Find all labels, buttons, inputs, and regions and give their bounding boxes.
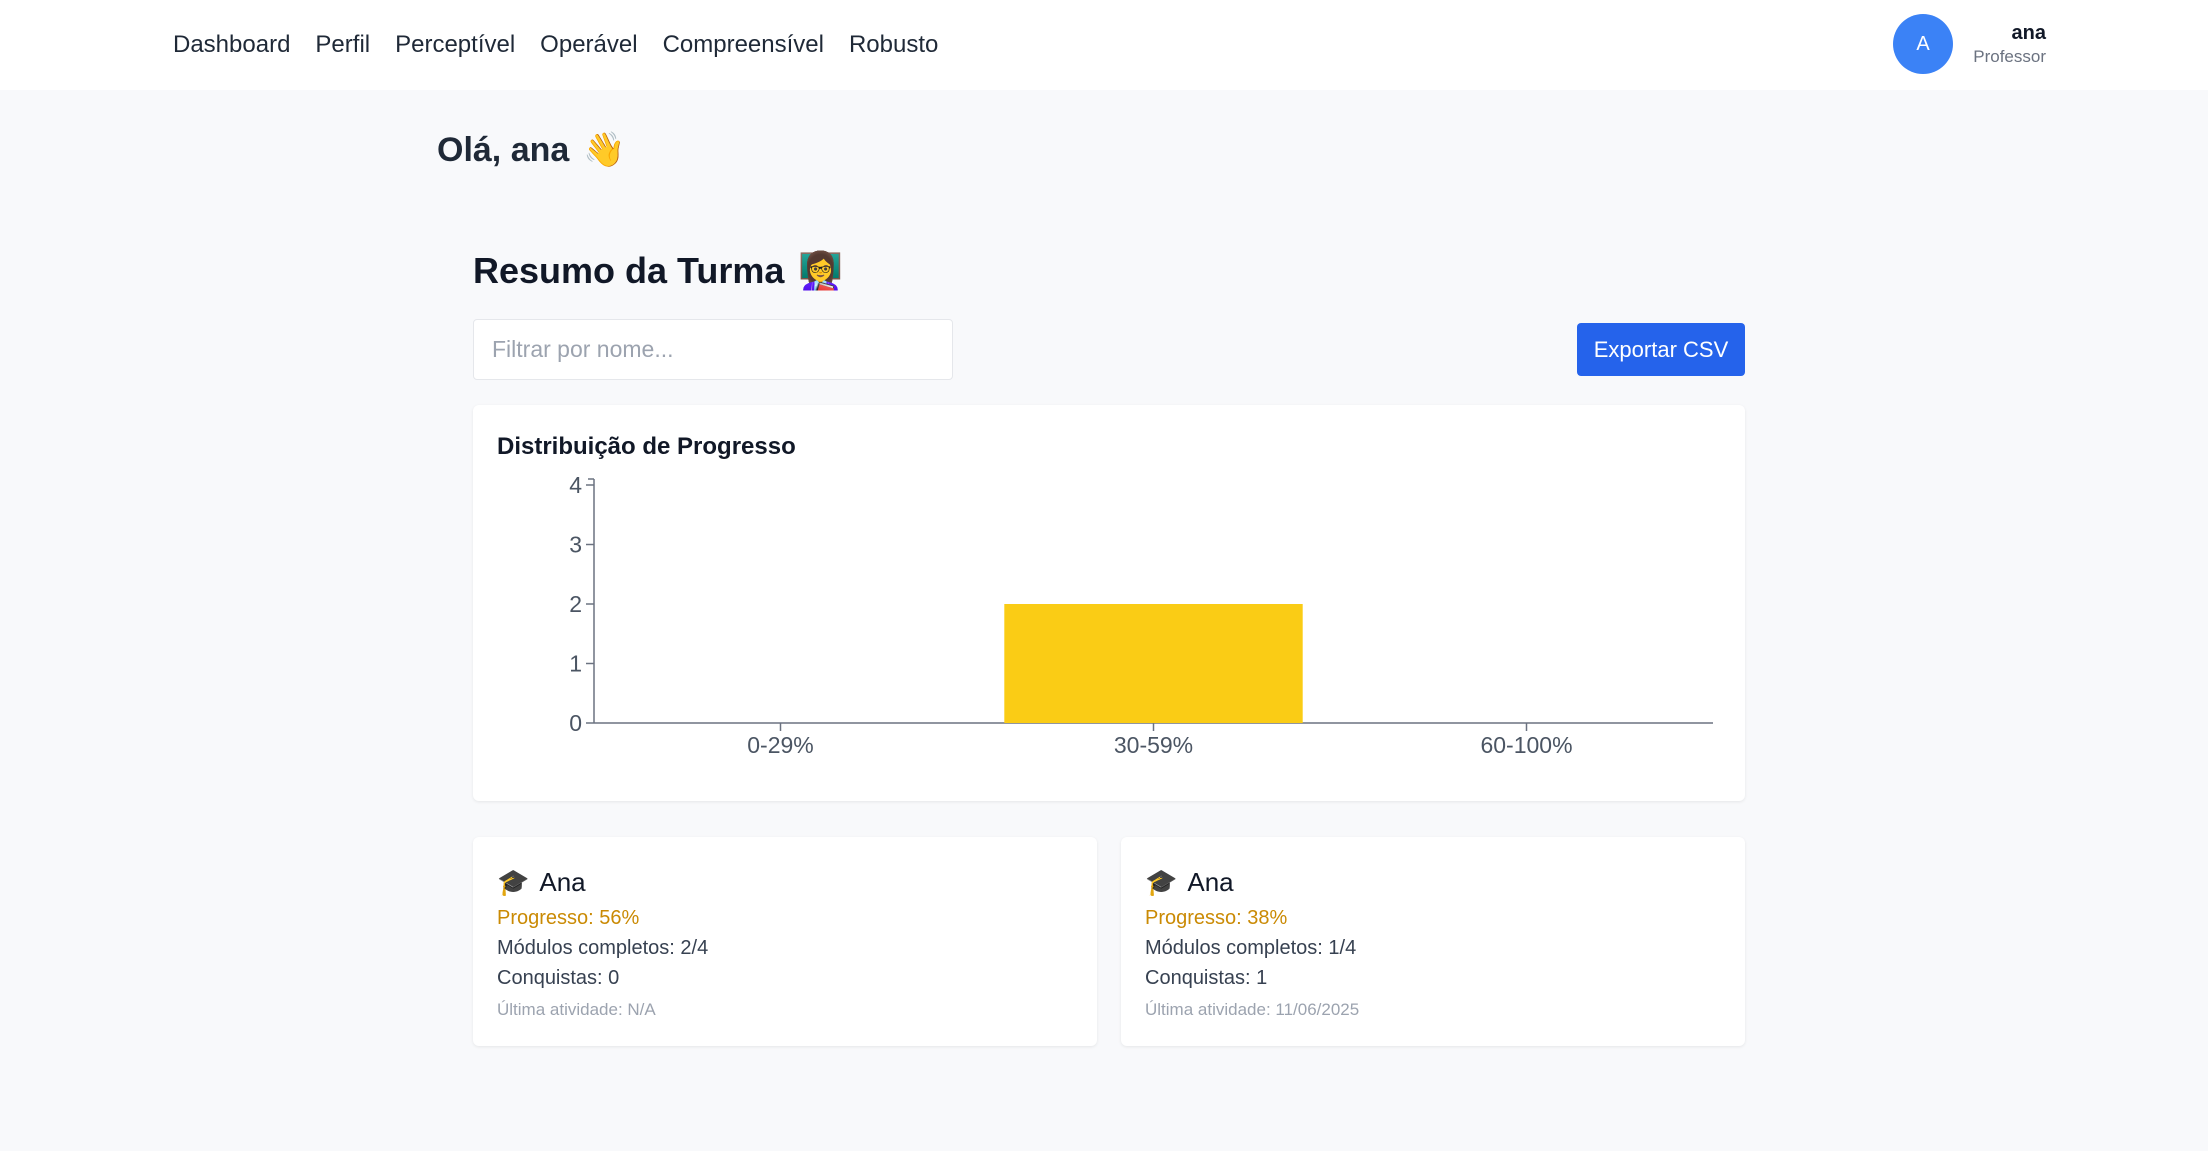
export-csv-button[interactable]: Exportar CSV [1577, 323, 1745, 376]
greeting-heading: Olá, ana 👋 [437, 130, 626, 170]
filter-by-name-input[interactable] [473, 319, 953, 380]
y-tick-label: 0 [569, 710, 582, 736]
student-modules: Módulos completos: 1/4 [1145, 937, 1357, 959]
student-achievements: Conquistas: 0 [497, 967, 620, 989]
teacher-icon: 👩‍🏫 [798, 250, 844, 291]
student-progress: Progresso: 38% [1145, 907, 1288, 929]
x-tick-label: 60-100% [1480, 732, 1572, 758]
x-tick-label: 0-29% [747, 732, 813, 758]
progress-distribution-card: Distribuição de Progresso 0 1 2 3 4 0-29% 30-5… [473, 405, 1745, 801]
y-tick-label: 2 [569, 591, 582, 617]
user-name: ana [2011, 22, 2046, 44]
student-name: 🎓 Ana [1145, 867, 1234, 898]
waving-hand-icon: 👋 [583, 131, 626, 169]
graduation-cap-icon: 🎓 [1145, 867, 1178, 897]
bar-30-59% [1004, 604, 1303, 723]
student-modules: Módulos completos: 2/4 [497, 937, 709, 959]
student-progress: Progresso: 56% [497, 907, 640, 929]
nav-robusto[interactable]: Robusto [849, 33, 938, 57]
user-meta: ana Professor [1971, 20, 2046, 68]
user-menu[interactable]: A ana Professor [1893, 13, 2046, 75]
nav-operavel[interactable]: Operável [540, 33, 637, 57]
main-nav: Dashboard Perfil Perceptível Operável Co… [173, 0, 963, 90]
y-tick-label: 1 [569, 651, 582, 677]
student-card[interactable]: 🎓 Ana Progresso: 56% Módulos completos: … [473, 837, 1097, 1046]
student-name-text: Ana [539, 867, 586, 897]
nav-compreensivel[interactable]: Compreensível [663, 33, 824, 57]
progress-bar-chart: 0 1 2 3 4 0-29% 30-59% 60-100% [569, 472, 1713, 758]
user-role: Professor [1973, 47, 2046, 66]
student-name: 🎓 Ana [497, 867, 586, 898]
x-tick-label: 30-59% [1114, 732, 1193, 758]
class-summary-title: Resumo da Turma 👩‍🏫 [473, 250, 843, 292]
y-tick-label: 3 [569, 532, 582, 558]
section-title-text: Resumo da Turma [473, 250, 785, 291]
y-tick-label: 4 [569, 472, 582, 498]
avatar[interactable]: A [1893, 14, 1953, 74]
graduation-cap-icon: 🎓 [497, 867, 530, 897]
student-achievements: Conquistas: 1 [1145, 967, 1268, 989]
student-card[interactable]: 🎓 Ana Progresso: 38% Módulos completos: … [1121, 837, 1745, 1046]
greeting-text: Olá, ana [437, 130, 570, 169]
nav-perfil[interactable]: Perfil [315, 33, 370, 57]
student-name-text: Ana [1187, 867, 1234, 897]
student-last-activity: Última atividade: 11/06/2025 [1145, 1000, 1360, 1019]
nav-dashboard[interactable]: Dashboard [173, 33, 290, 57]
nav-perceptivel[interactable]: Perceptível [395, 33, 515, 57]
student-last-activity: Última atividade: N/A [497, 1000, 656, 1019]
top-navbar: Dashboard Perfil Perceptível Operável Co… [0, 0, 2208, 90]
